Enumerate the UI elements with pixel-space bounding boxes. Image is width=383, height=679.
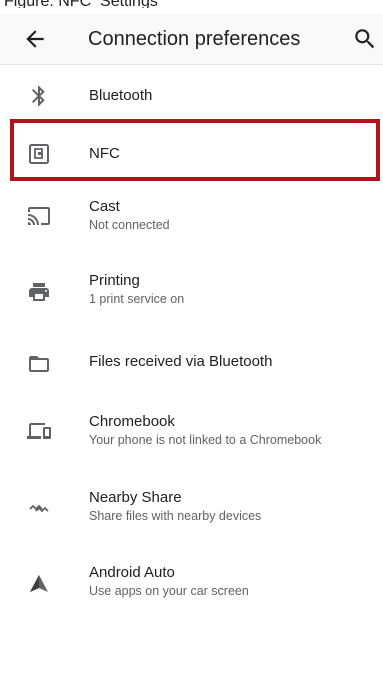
item-summary-nearby-share: Share files with nearby devices	[89, 509, 262, 523]
item-label-chromebook: Chromebook	[89, 413, 175, 430]
folder-icon	[29, 356, 49, 372]
item-summary-android-auto: Use apps on your car screen	[89, 584, 249, 598]
list-item-chromebook[interactable]: Chromebook Your phone is not linked to a…	[0, 391, 383, 473]
nearby-share-icon	[29, 504, 49, 513]
item-label-nearby-share: Nearby Share	[89, 489, 182, 506]
item-label-cast: Cast	[89, 198, 120, 215]
list-item-printing[interactable]: Printing 1 print service on	[0, 259, 383, 337]
item-label-nfc: NFC	[89, 145, 120, 162]
chromebook-icon	[27, 423, 51, 439]
item-summary-chromebook: Your phone is not linked to a Chromebook	[89, 433, 322, 447]
list-item-nfc[interactable]: NFC	[0, 127, 383, 183]
page-title: Connection preferences	[88, 28, 301, 50]
search-icon[interactable]	[352, 26, 378, 52]
android-auto-icon	[30, 575, 48, 592]
figure-caption: Figure: NFC_Settings	[0, 0, 383, 8]
bluetooth-icon	[32, 86, 45, 106]
item-label-bluetooth: Bluetooth	[89, 87, 153, 104]
printer-icon	[29, 283, 49, 301]
list-item-files-received[interactable]: Files received via Bluetooth	[0, 337, 383, 391]
item-summary-cast: Not connected	[89, 218, 170, 232]
preferences-list: Bluetooth NFC Cast Not connected Printin…	[0, 65, 383, 627]
list-item-cast[interactable]: Cast Not connected	[0, 183, 383, 259]
item-label-android-auto: Android Auto	[89, 564, 175, 581]
list-item-nearby-share[interactable]: Nearby Share Share files with nearby dev…	[0, 473, 383, 551]
item-summary-printing: 1 print service on	[89, 292, 185, 306]
item-label-printing: Printing	[89, 272, 140, 289]
list-item-android-auto[interactable]: Android Auto Use apps on your car screen	[0, 551, 383, 627]
app-bar: Connection preferences	[0, 14, 383, 65]
list-item-bluetooth[interactable]: Bluetooth	[0, 65, 383, 127]
cast-icon	[28, 207, 50, 225]
item-label-files-received: Files received via Bluetooth	[89, 353, 273, 370]
nfc-icon	[29, 144, 49, 164]
arrow-back-icon[interactable]	[22, 26, 48, 52]
